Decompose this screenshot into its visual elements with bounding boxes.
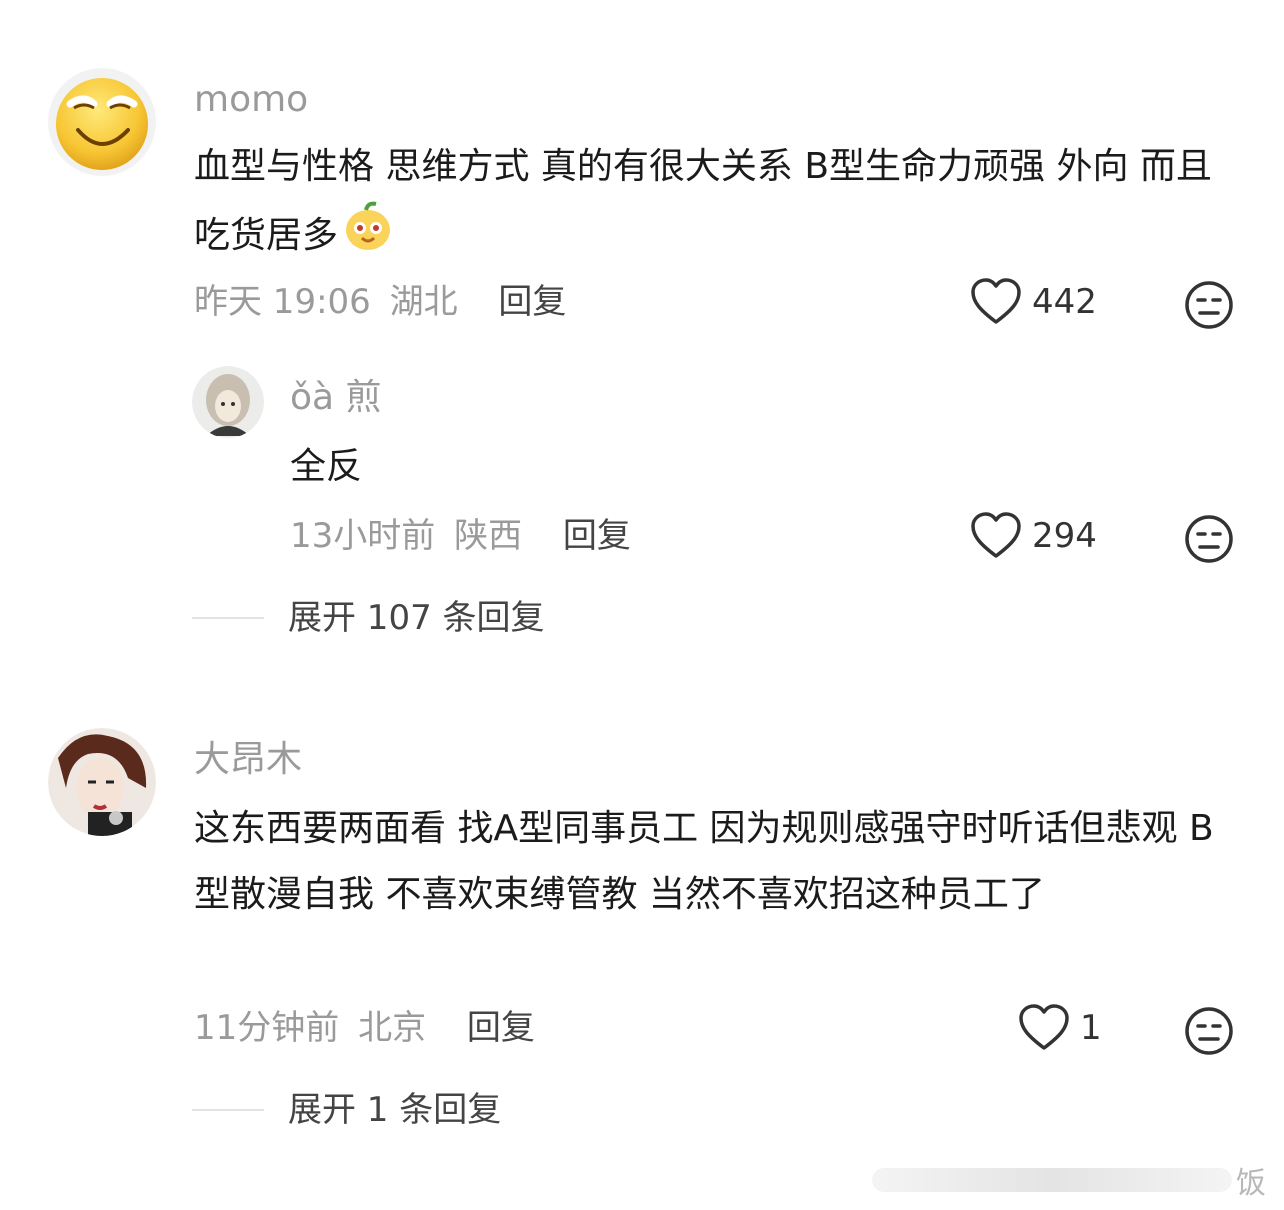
- comment-meta: 11分钟前 北京 回复: [194, 1008, 535, 1048]
- meh-face-icon: [1185, 1007, 1233, 1055]
- like-button[interactable]: 294: [970, 512, 1097, 560]
- reply-username[interactable]: ǒà 煎: [290, 376, 382, 420]
- foodie-emoji-icon: [342, 200, 394, 274]
- expand-replies-button[interactable]: 展开 1 条回复: [192, 1090, 501, 1130]
- reply-meta: 13小时前 陕西 回复: [290, 516, 631, 556]
- comment-time: 昨天 19:06: [194, 282, 371, 322]
- reply-avatar[interactable]: [192, 366, 264, 438]
- avatar[interactable]: [48, 68, 156, 176]
- reply-avatar-image: [192, 366, 264, 438]
- divider-line: [192, 1109, 264, 1111]
- heart-outline-icon: [1019, 1004, 1069, 1050]
- like-count: 1: [1080, 1008, 1102, 1048]
- watermark: 饭: [872, 1158, 1266, 1202]
- comment-content: 这东西要两面看 找A型同事员工 因为规则感强守时听话但悲观 B型散漫自我 不喜欢…: [194, 808, 1214, 915]
- reply-button[interactable]: 回复: [498, 282, 566, 322]
- avatar[interactable]: [48, 728, 156, 836]
- smiling-face-emoji: [48, 68, 156, 176]
- watermark-bar: [872, 1168, 1232, 1192]
- comment-location: 北京: [358, 1008, 427, 1048]
- expand-replies-label: 展开 107 条回复: [288, 598, 545, 638]
- reply-button[interactable]: 回复: [563, 516, 631, 556]
- divider-line: [192, 617, 264, 619]
- meh-face-icon: [1185, 281, 1233, 329]
- user-avatar-image: [48, 728, 156, 836]
- comment-meta: 昨天 19:06 湖北 回复: [194, 282, 566, 322]
- watermark-text: 饭: [1236, 1166, 1266, 1201]
- like-count: 294: [1032, 516, 1097, 556]
- comment-username[interactable]: momo: [194, 78, 308, 122]
- reply-location: 陕西: [454, 516, 523, 556]
- comment-username[interactable]: 大昂木: [194, 738, 302, 782]
- comment-location: 湖北: [389, 282, 458, 322]
- reply-button[interactable]: 回复: [467, 1008, 535, 1048]
- like-count: 442: [1032, 282, 1097, 322]
- heart-outline-icon: [971, 278, 1021, 324]
- meh-face-icon: [1185, 515, 1233, 563]
- like-button[interactable]: 1: [1018, 1004, 1102, 1052]
- comment-time: 11分钟前: [194, 1008, 340, 1048]
- expand-replies-label: 展开 1 条回复: [288, 1090, 502, 1130]
- heart-outline-icon: [971, 512, 1021, 558]
- comment-content: 血型与性格 思维方式 真的有很大关系 B型生命力顽强 外向 而且吃货居多: [194, 134, 1234, 274]
- dislike-button[interactable]: [1184, 1006, 1234, 1060]
- expand-replies-button[interactable]: 展开 107 条回复: [192, 598, 545, 638]
- reply-content: 全反: [290, 446, 363, 487]
- dislike-button[interactable]: [1184, 514, 1234, 568]
- reply-time: 13小时前: [290, 516, 436, 556]
- dislike-button[interactable]: [1184, 280, 1234, 334]
- like-button[interactable]: 442: [970, 278, 1097, 326]
